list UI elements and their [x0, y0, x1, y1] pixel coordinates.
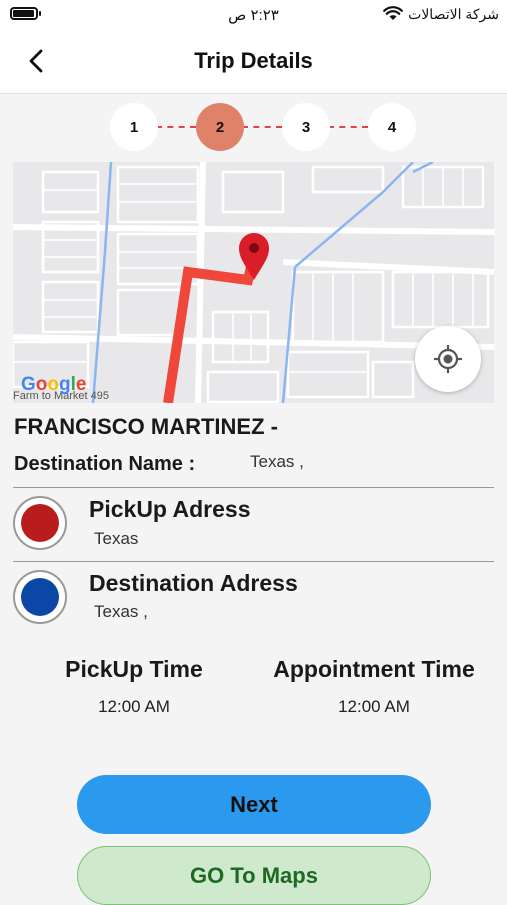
- step-indicator: 1 2 3 4: [110, 103, 420, 151]
- wifi-icon: [383, 6, 403, 20]
- appointment-time: Appointment Time 12:00 AM: [254, 656, 494, 717]
- pickup-dot: [21, 504, 59, 542]
- destination-marker: [13, 570, 67, 624]
- pickup-address-value: Texas: [94, 529, 139, 548]
- go-to-maps-button[interactable]: GO To Maps: [77, 846, 431, 905]
- step-1: 1: [110, 103, 158, 151]
- appointment-time-value: 12:00 AM: [338, 697, 410, 716]
- page-title: Trip Details: [194, 48, 313, 73]
- destination-dot: [21, 578, 59, 616]
- pickup-marker: [13, 496, 67, 550]
- destination-name-label: Destination Name :: [14, 453, 196, 475]
- carrier-name: شركة الاتصالات: [408, 6, 499, 22]
- divider: [13, 487, 494, 488]
- pickup-time-label: PickUp Time: [65, 656, 203, 682]
- route-map[interactable]: Farm to Market 495 Google: [13, 162, 494, 403]
- destination-name-value: Texas ,: [250, 452, 304, 471]
- pickup-time-value: 12:00 AM: [98, 697, 170, 716]
- step-connector: [328, 126, 368, 128]
- passenger-name: FRANCISCO MARTINEZ -: [14, 414, 278, 439]
- appointment-time-label: Appointment Time: [273, 656, 475, 682]
- destination-address-value: Texas ,: [94, 602, 148, 621]
- navigation-header: Trip Details: [0, 30, 507, 94]
- pickup-time: PickUp Time 12:00 AM: [44, 656, 224, 717]
- step-connector: [156, 126, 196, 128]
- step-connector: [242, 126, 282, 128]
- google-logo: Google: [21, 374, 86, 395]
- step-4: 4: [368, 103, 416, 151]
- pickup-address-title: PickUp Adress: [89, 496, 251, 522]
- step-3: 3: [282, 103, 330, 151]
- divider: [13, 561, 494, 562]
- locate-me-button[interactable]: [415, 326, 481, 392]
- crosshair-icon: [434, 345, 462, 373]
- next-button[interactable]: Next: [77, 775, 431, 834]
- destination-address-title: Destination Adress: [89, 570, 298, 596]
- step-2-active: 2: [196, 103, 244, 151]
- status-bar: ٢:٢٣ ص شركة الاتصالات: [0, 0, 507, 30]
